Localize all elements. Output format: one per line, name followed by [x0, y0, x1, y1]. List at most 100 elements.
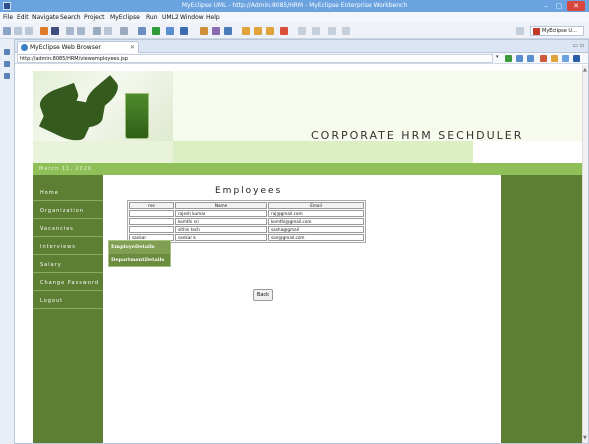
date-bar: March 11, 2020 — [33, 163, 582, 175]
back-button[interactable]: Back — [253, 289, 273, 301]
open-type-icon[interactable] — [120, 27, 128, 35]
table-cell: sasha@gmail — [268, 226, 364, 233]
nav-home[interactable]: Home — [33, 185, 103, 201]
right-sidebar-panel — [501, 175, 582, 443]
table-cell — [129, 226, 174, 233]
column-header: me — [129, 202, 174, 209]
table-row: sithin tech sasha@gmail — [129, 226, 364, 233]
run-icon[interactable] — [152, 27, 160, 35]
vertical-scrollbar[interactable]: ▲ ▼ — [582, 65, 588, 443]
save-icon[interactable] — [14, 27, 22, 35]
tool-icon[interactable] — [93, 27, 101, 35]
folder-icon[interactable] — [242, 27, 250, 35]
open-perspective-icon[interactable] — [516, 27, 524, 35]
forward-nav-icon[interactable] — [342, 27, 350, 35]
next-annotation-icon[interactable] — [298, 27, 306, 35]
nav-organization[interactable]: Organization — [33, 203, 103, 219]
table-cell: raj@gmail.com — [268, 210, 364, 217]
nav-change-password[interactable]: Change Password — [33, 275, 103, 291]
back-nav-icon[interactable] — [328, 27, 336, 35]
menu-search[interactable]: Search — [60, 14, 81, 21]
organization-flyout-menu: EmployeDetails DepartmentDetails — [108, 240, 171, 267]
menu-window[interactable]: Window — [180, 14, 204, 21]
menu-project[interactable]: Project — [84, 14, 105, 21]
uml-icon[interactable] — [200, 27, 208, 35]
left-navigation: Home Organization Vacancies Interviews S… — [33, 175, 103, 443]
scroll-down-icon[interactable]: ▼ — [583, 435, 587, 441]
nav-interviews[interactable]: Interviews — [33, 239, 103, 255]
search-toolbar-icon[interactable] — [180, 27, 188, 35]
close-button[interactable]: ✕ — [567, 1, 585, 11]
menu-file[interactable]: File — [3, 14, 13, 21]
table-cell — [129, 210, 174, 217]
restore-icon[interactable] — [4, 49, 10, 55]
forward-icon[interactable] — [527, 55, 534, 62]
class-icon[interactable] — [212, 27, 220, 35]
tab-close-icon[interactable]: ✕ — [130, 42, 135, 53]
web-page: CORPORATE HRM SECHDULER March 11, 2020 H… — [15, 65, 582, 443]
menu-navigate[interactable]: Navigate — [32, 14, 59, 21]
go-icon[interactable] — [505, 55, 512, 62]
flyout-item-department-details[interactable]: DepartmentDetails — [109, 254, 170, 267]
table-cell: sankar k — [175, 234, 267, 241]
package-explorer-icon[interactable] — [4, 61, 10, 67]
column-header: Name — [175, 202, 267, 209]
menu-myeclipse[interactable]: MyEclipse — [110, 14, 140, 21]
scroll-up-icon[interactable]: ▲ — [583, 67, 587, 73]
page-heading: Employees — [215, 186, 283, 196]
new-icon[interactable] — [3, 27, 11, 35]
maximize-button[interactable]: ▢ — [553, 1, 565, 11]
url-dropdown-icon[interactable]: ▾ — [496, 54, 499, 60]
search-icon[interactable] — [66, 27, 74, 35]
prev-annotation-icon[interactable] — [312, 27, 320, 35]
table-cell: rajesh kumar — [175, 210, 267, 217]
wheatgrass-glass-image — [125, 93, 149, 139]
refresh-icon[interactable] — [77, 27, 85, 35]
server-icon[interactable] — [40, 27, 48, 35]
header-lower-left — [33, 141, 173, 163]
back-icon[interactable] — [516, 55, 523, 62]
window-titlebar: MyEclipse UML - http://Admin:8085/HRM - … — [0, 0, 589, 12]
perspective-button[interactable]: MyEclipse U... — [530, 26, 584, 36]
table-cell: komthi@gmail.com — [268, 218, 364, 225]
table-cell — [129, 218, 174, 225]
table-cell: san@gmail.com — [268, 234, 364, 241]
hierarchy-icon[interactable] — [4, 73, 10, 79]
refresh-page-icon[interactable] — [551, 55, 558, 62]
table-cell: sithin tech — [175, 226, 267, 233]
globe-icon — [21, 44, 28, 51]
menu-edit[interactable]: Edit — [17, 14, 29, 21]
nav-vacancies[interactable]: Vacancies — [33, 221, 103, 237]
myeclipse-perspective-icon — [533, 28, 540, 35]
site-title: CORPORATE HRM SECHDULER — [311, 129, 524, 142]
perspective-label: MyEclipse U... — [542, 28, 577, 34]
view-controls[interactable]: ▭ ▫ — [572, 42, 584, 49]
copy-icon[interactable] — [104, 27, 112, 35]
browser-urlbar: http://admin:8085/HRM/viewemployees.jsp … — [15, 53, 588, 64]
table-row: rajesh kumar raj@gmail.com — [129, 210, 364, 217]
nav-salary[interactable]: Salary — [33, 257, 103, 273]
menu-help[interactable]: Help — [206, 14, 220, 21]
menu-uml2[interactable]: UML2 — [162, 14, 179, 21]
flyout-item-employee-details[interactable]: EmployeDetails — [109, 241, 170, 254]
print-icon[interactable] — [25, 27, 33, 35]
nav-logout[interactable]: Logout — [33, 293, 103, 309]
browser-icon[interactable] — [224, 27, 232, 35]
current-date: March 11, 2020 — [39, 166, 93, 172]
minimize-button[interactable]: – — [540, 1, 552, 11]
url-input[interactable]: http://admin:8085/HRM/viewemployees.jsp — [17, 54, 493, 63]
open-folder-icon[interactable] — [254, 27, 262, 35]
external-browser-icon[interactable] — [573, 55, 580, 62]
home-icon[interactable] — [562, 55, 569, 62]
deploy-icon[interactable] — [51, 27, 59, 35]
debug-icon[interactable] — [138, 27, 146, 35]
external-tools-icon[interactable] — [166, 27, 174, 35]
menu-run[interactable]: Run — [146, 14, 158, 21]
editor-area: MyEclipse Web Browser ✕ ▭ ▫ http://admin… — [14, 39, 589, 444]
header-image — [33, 71, 173, 141]
stop-icon[interactable] — [540, 55, 547, 62]
package-icon[interactable] — [266, 27, 274, 35]
table-row: komthi sri komthi@gmail.com — [129, 218, 364, 225]
tab-web-browser[interactable]: MyEclipse Web Browser ✕ — [17, 41, 139, 53]
annotation-icon[interactable] — [280, 27, 288, 35]
